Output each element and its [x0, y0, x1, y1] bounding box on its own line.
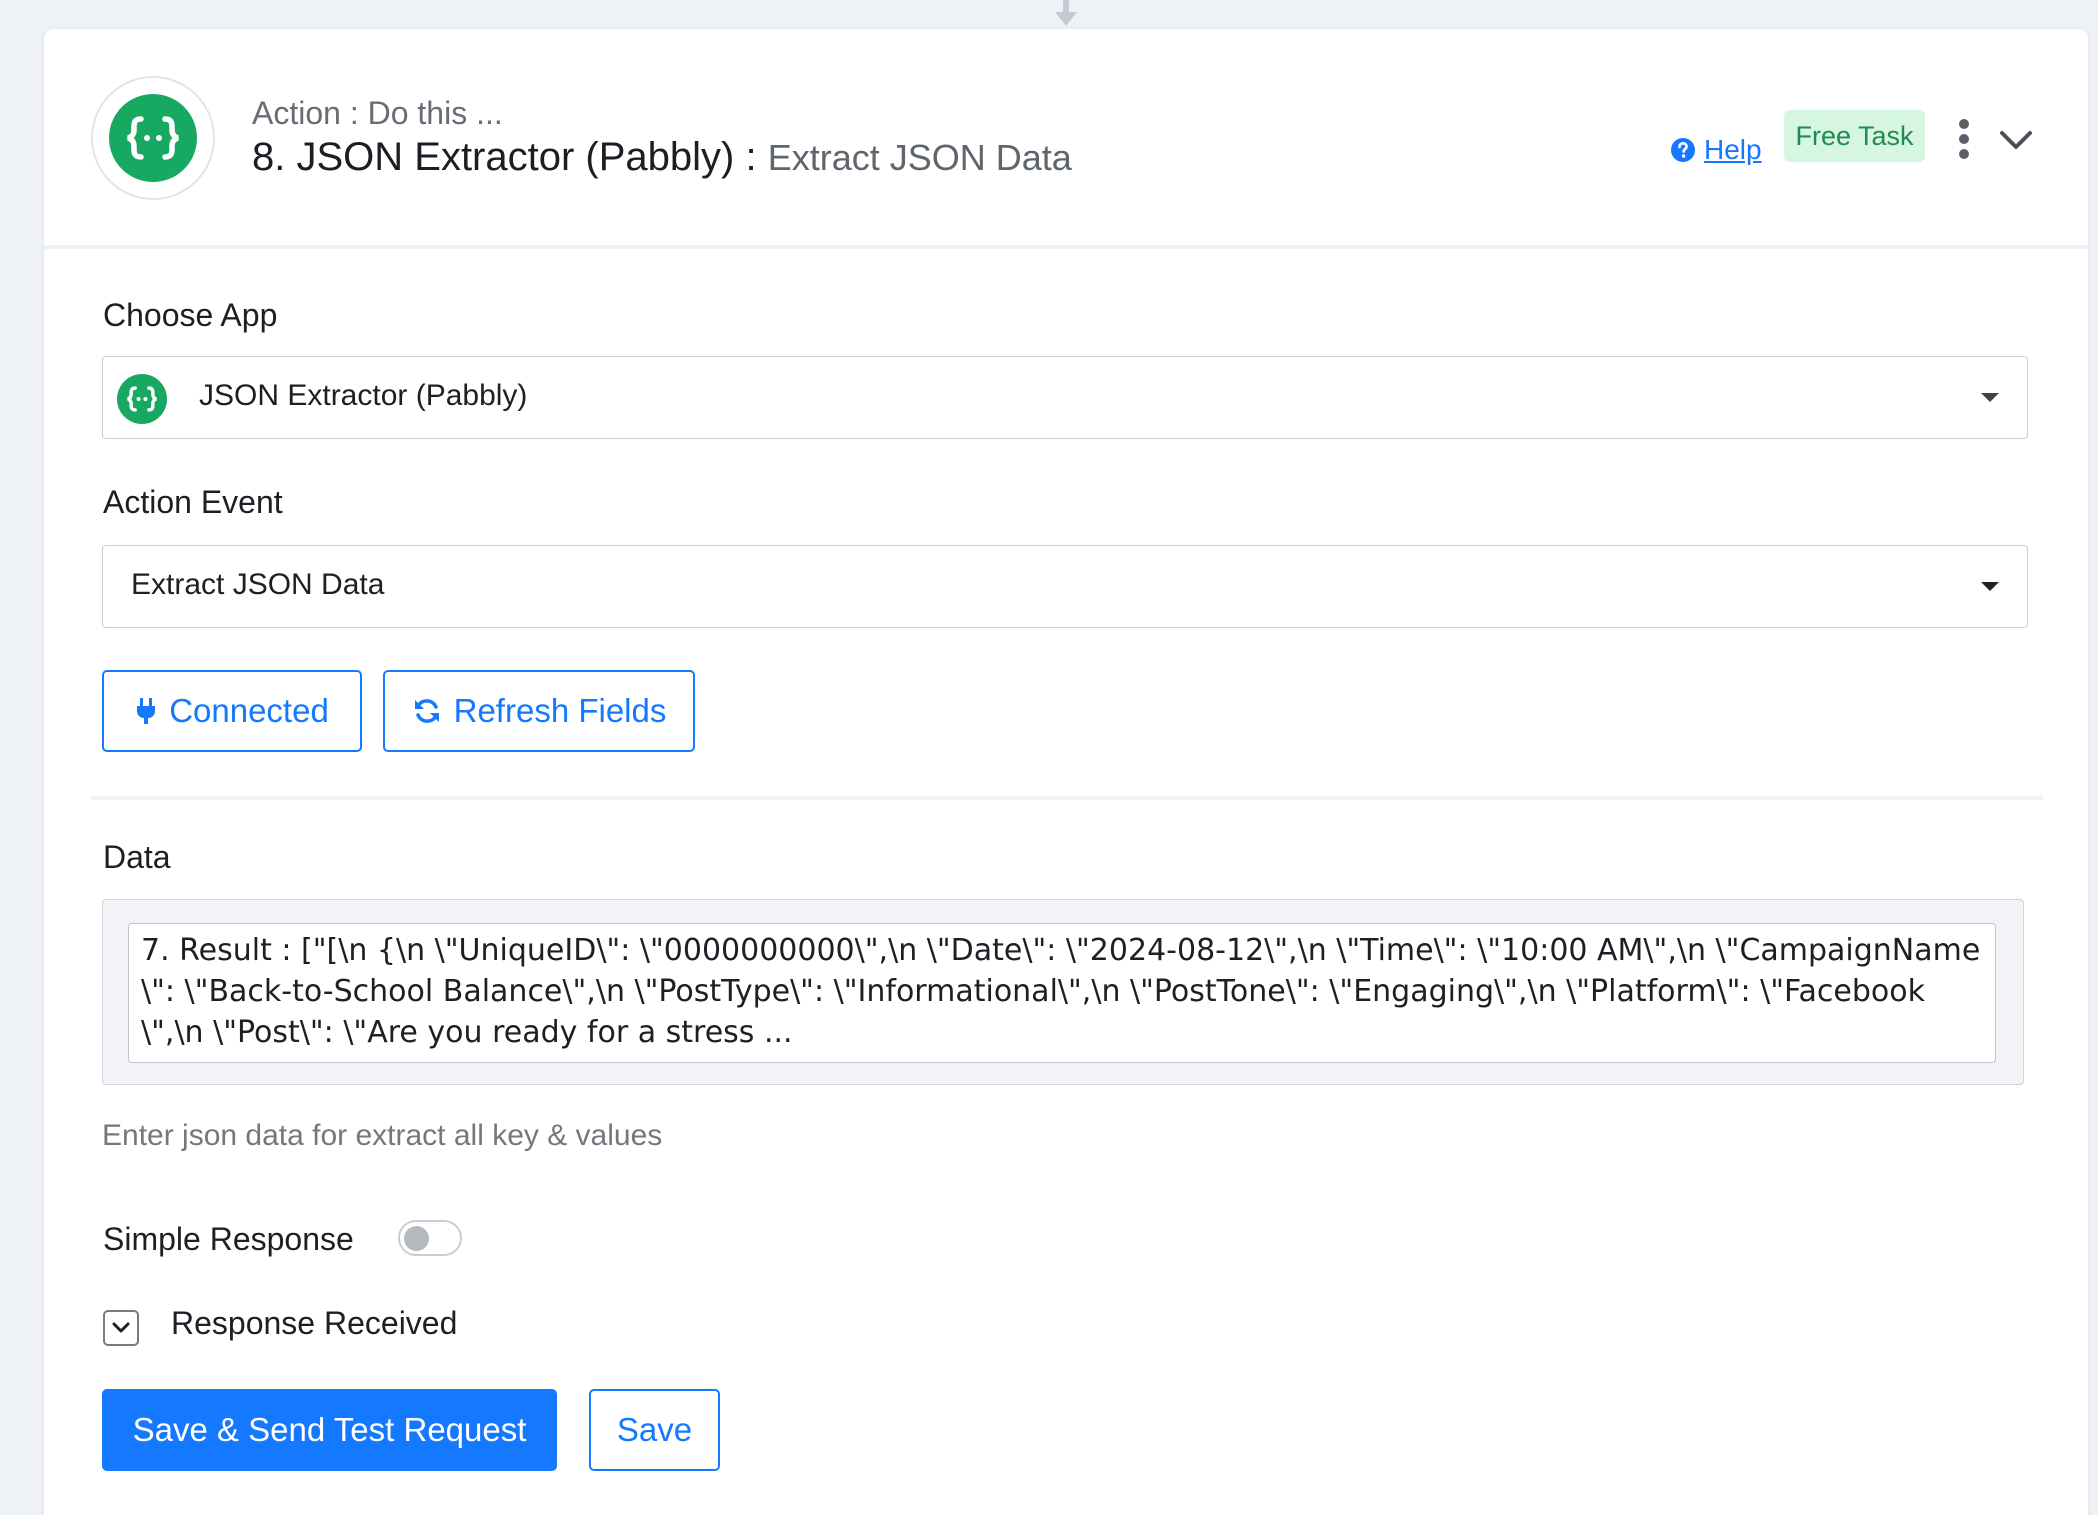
choose-app-select[interactable]: JSON Extractor (Pabbly): [102, 356, 2028, 439]
help-circle-icon: [1671, 138, 1695, 162]
data-textarea[interactable]: 7. Result : ["[\n {\n \"UniqueID\": \"00…: [128, 923, 1996, 1063]
step-header: Action : Do this ... 8. JSON Extractor (…: [44, 29, 2088, 249]
caret-down-icon: [1981, 393, 1999, 402]
chevron-down-icon: [112, 1322, 130, 1333]
app-logo: [91, 76, 215, 200]
refresh-fields-label: Refresh Fields: [453, 692, 667, 729]
action-event-label: Action Event: [103, 484, 283, 520]
response-received-label: Response Received: [171, 1305, 458, 1341]
response-received-expand-button[interactable]: [103, 1310, 139, 1346]
simple-response-toggle[interactable]: [398, 1220, 462, 1256]
free-task-badge: Free Task: [1784, 110, 1925, 162]
caret-down-icon: [1981, 582, 1999, 591]
action-event-value: Extract JSON Data: [131, 568, 385, 601]
step-title-separator: :: [734, 135, 768, 179]
simple-response-label: Simple Response: [103, 1221, 354, 1257]
choose-app-value: JSON Extractor (Pabbly): [199, 379, 528, 412]
save-send-test-button[interactable]: Save & Send Test Request: [102, 1389, 557, 1471]
json-braces-icon: [117, 374, 167, 424]
save-button[interactable]: Save: [589, 1389, 720, 1471]
plug-icon: [137, 698, 156, 724]
refresh-icon: [414, 699, 439, 723]
help-label: Help: [1704, 134, 1762, 165]
more-options-icon[interactable]: [1952, 117, 1976, 161]
action-step-card: Action : Do this ... 8. JSON Extractor (…: [44, 29, 2088, 1515]
json-braces-icon: [109, 94, 197, 182]
data-field-container: 7. Result : ["[\n {\n \"UniqueID\": \"00…: [102, 899, 2024, 1085]
chevron-down-icon[interactable]: [1996, 121, 2036, 161]
step-title: 8. JSON Extractor (Pabbly) : Extract JSO…: [252, 135, 1072, 180]
data-label: Data: [103, 839, 171, 875]
connected-button[interactable]: Connected: [102, 670, 362, 752]
toggle-knob: [404, 1226, 429, 1251]
help-link[interactable]: Help: [1670, 134, 1762, 166]
connected-label: Connected: [169, 692, 329, 729]
flow-connector-arrow-icon: [1055, 0, 1077, 26]
data-help-text: Enter json data for extract all key & va…: [102, 1119, 663, 1152]
action-event-select[interactable]: Extract JSON Data: [102, 545, 2028, 628]
refresh-fields-button[interactable]: Refresh Fields: [383, 670, 695, 752]
step-title-app: 8. JSON Extractor (Pabbly): [252, 135, 735, 179]
step-subtitle: Action : Do this ...: [252, 95, 503, 131]
step-title-event: Extract JSON Data: [767, 137, 1072, 178]
choose-app-label: Choose App: [103, 297, 278, 333]
section-divider: [91, 796, 2043, 800]
